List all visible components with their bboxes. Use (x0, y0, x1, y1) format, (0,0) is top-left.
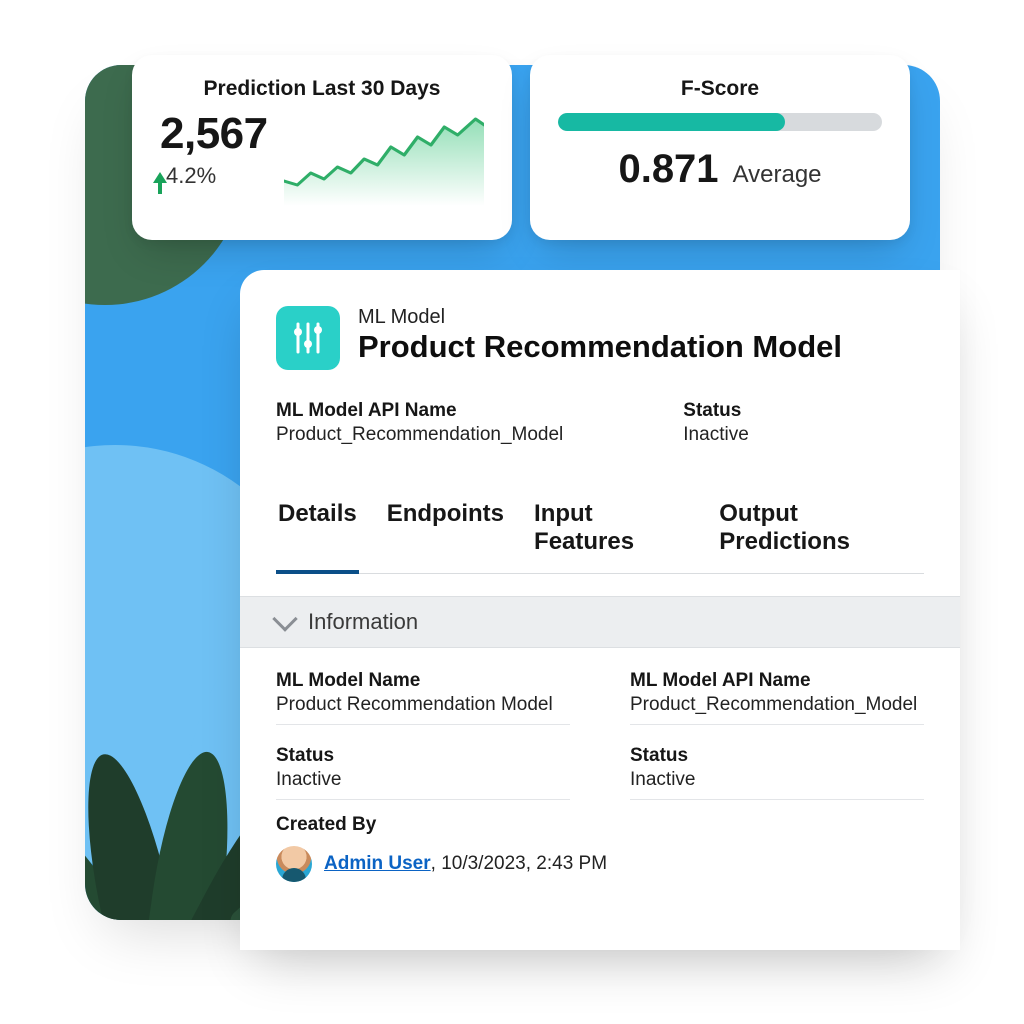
status-label: Status (683, 400, 748, 422)
fscore-card: F-Score 0.871 Average (530, 55, 910, 240)
prediction-delta-text: 4.2% (166, 163, 216, 189)
section-information-header[interactable]: Information (240, 596, 960, 648)
tab-output-predictions[interactable]: Output Predictions (717, 490, 924, 574)
section-title: Information (308, 609, 418, 635)
prediction-card: Prediction Last 30 Days 2,567 4.2% (132, 55, 512, 240)
api-name-label: ML Model API Name (276, 400, 563, 422)
prediction-sparkline (284, 111, 484, 206)
sliders-icon (276, 306, 340, 370)
fscore-value: 0.871 (618, 147, 718, 192)
prediction-value: 2,567 (160, 111, 268, 157)
chevron-down-icon (272, 606, 297, 631)
page-title: Product Recommendation Model (358, 329, 842, 365)
created-by-user-link[interactable]: Admin User (324, 853, 431, 874)
tab-endpoints[interactable]: Endpoints (385, 490, 506, 574)
info-status-right-label: Status (630, 745, 924, 767)
info-name-value: Product Recommendation Model (276, 694, 570, 725)
fscore-bar-track (558, 113, 882, 131)
info-status-left-label: Status (276, 745, 570, 767)
prediction-title: Prediction Last 30 Days (160, 77, 484, 101)
status-value: Inactive (683, 424, 748, 446)
tab-details[interactable]: Details (276, 490, 359, 574)
info-status-right-value: Inactive (630, 769, 924, 800)
fscore-label: Average (733, 161, 822, 189)
model-detail-panel: ML Model Product Recommendation Model ML… (240, 270, 960, 950)
model-eyebrow: ML Model (358, 306, 842, 329)
info-name-label: ML Model Name (276, 670, 570, 692)
tab-input-features[interactable]: Input Features (532, 490, 691, 574)
info-api-value: Product_Recommendation_Model (630, 694, 924, 725)
api-name-value: Product_Recommendation_Model (276, 424, 563, 446)
prediction-delta: 4.2% (160, 163, 268, 189)
avatar (276, 846, 312, 882)
tabs: Details Endpoints Input Features Output … (276, 490, 924, 574)
info-api-label: ML Model API Name (630, 670, 924, 692)
info-status-left-value: Inactive (276, 769, 570, 800)
created-by-label: Created By (276, 814, 924, 836)
fscore-bar-fill (558, 113, 785, 131)
created-by-timestamp: , 10/3/2023, 2:43 PM (431, 853, 607, 874)
fscore-title: F-Score (558, 77, 882, 101)
